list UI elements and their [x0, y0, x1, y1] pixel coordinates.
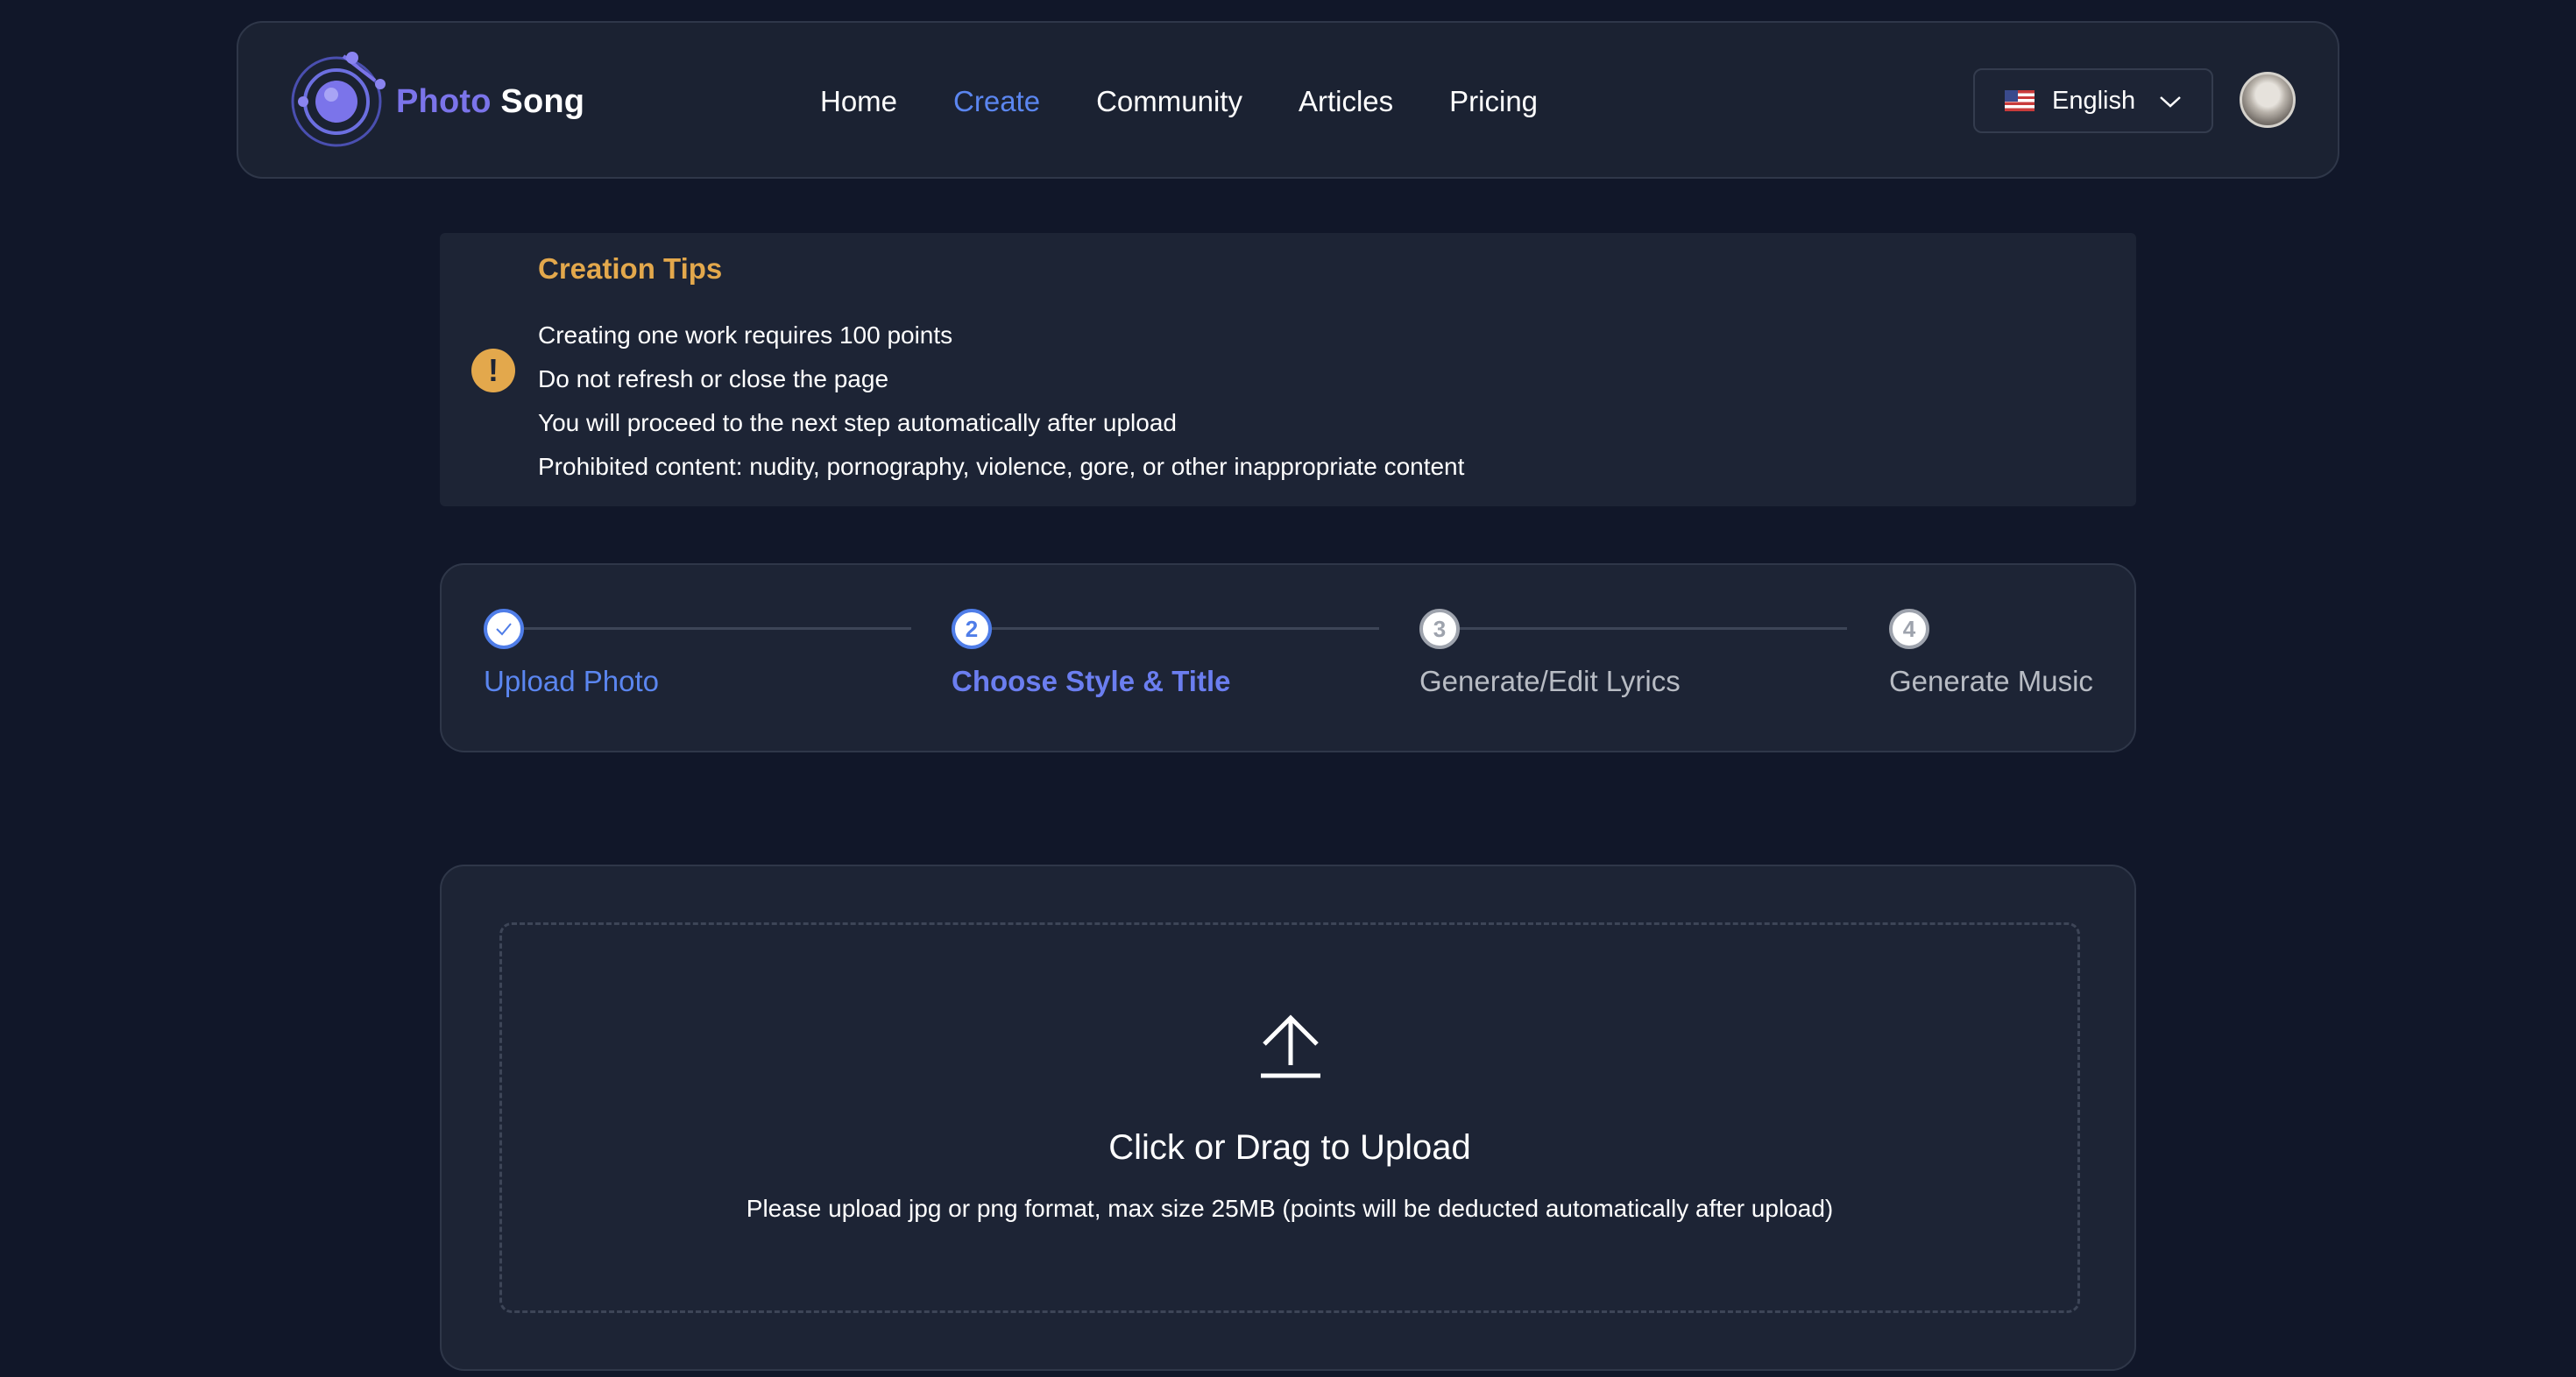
language-label: English — [2052, 86, 2136, 115]
upload-hint: Please upload jpg or png format, max siz… — [746, 1195, 1834, 1222]
exclamation-icon: ! — [471, 349, 515, 392]
step-connector — [974, 627, 1379, 630]
nav-home[interactable]: Home — [820, 85, 897, 118]
nav-articles[interactable]: Articles — [1299, 85, 1393, 118]
step-1-label: Upload Photo — [484, 665, 659, 697]
step-2-label: Choose Style & Title — [952, 665, 1231, 697]
step-4-label: Generate Music — [1889, 665, 2093, 697]
chevron-down-icon — [2160, 96, 2181, 108]
tips-list: Creating one work requires 100 points Do… — [538, 314, 1464, 489]
tip-item: Prohibited content: nudity, pornography,… — [538, 453, 1465, 480]
tips-title: Creation Tips — [538, 252, 723, 285]
upload-card: Click or Drag to Upload Please upload jp… — [440, 865, 2136, 1371]
nav-pricing[interactable]: Pricing — [1449, 85, 1538, 118]
step-1-indicator — [484, 609, 524, 649]
brand-name: Photo Song — [396, 83, 584, 121]
creation-tips-panel: ! Creation Tips Creating one work requir… — [440, 233, 2136, 506]
upload-dropzone[interactable]: Click or Drag to Upload Please upload jp… — [499, 922, 2080, 1313]
user-avatar[interactable] — [2240, 72, 2296, 128]
check-icon — [496, 623, 512, 636]
us-flag-icon — [2005, 90, 2035, 111]
top-navbar: Photo Song Home Create Community Article… — [237, 21, 2339, 179]
nav-create[interactable]: Create — [953, 85, 1040, 118]
tip-item: Do not refresh or close the page — [538, 365, 889, 392]
upload-title: Click or Drag to Upload — [1108, 1128, 1471, 1167]
step-connector — [506, 627, 911, 630]
nav-community[interactable]: Community — [1096, 85, 1242, 118]
progress-steps: Upload Photo 2 Choose Style & Title 3 Ge… — [440, 563, 2136, 752]
step-4-indicator: 4 — [1889, 609, 1929, 649]
orbit-logo-icon — [291, 52, 386, 147]
step-3-indicator: 3 — [1419, 609, 1460, 649]
tip-item: Creating one work requires 100 points — [538, 321, 953, 349]
tip-item: You will proceed to the next step automa… — [538, 409, 1177, 436]
language-selector[interactable]: English — [1973, 68, 2213, 133]
brand-name-part2: Song — [500, 82, 585, 120]
step-3-label: Generate/Edit Lyrics — [1419, 665, 1681, 697]
step-2-indicator: 2 — [952, 609, 992, 649]
brand-name-part1: Photo — [396, 82, 492, 120]
upload-arrow-icon — [1261, 1014, 1320, 1078]
step-connector — [1442, 627, 1847, 630]
brand-logo[interactable]: Photo Song — [291, 49, 584, 154]
main-nav: Home Create Community Articles Pricing — [820, 23, 1594, 180]
